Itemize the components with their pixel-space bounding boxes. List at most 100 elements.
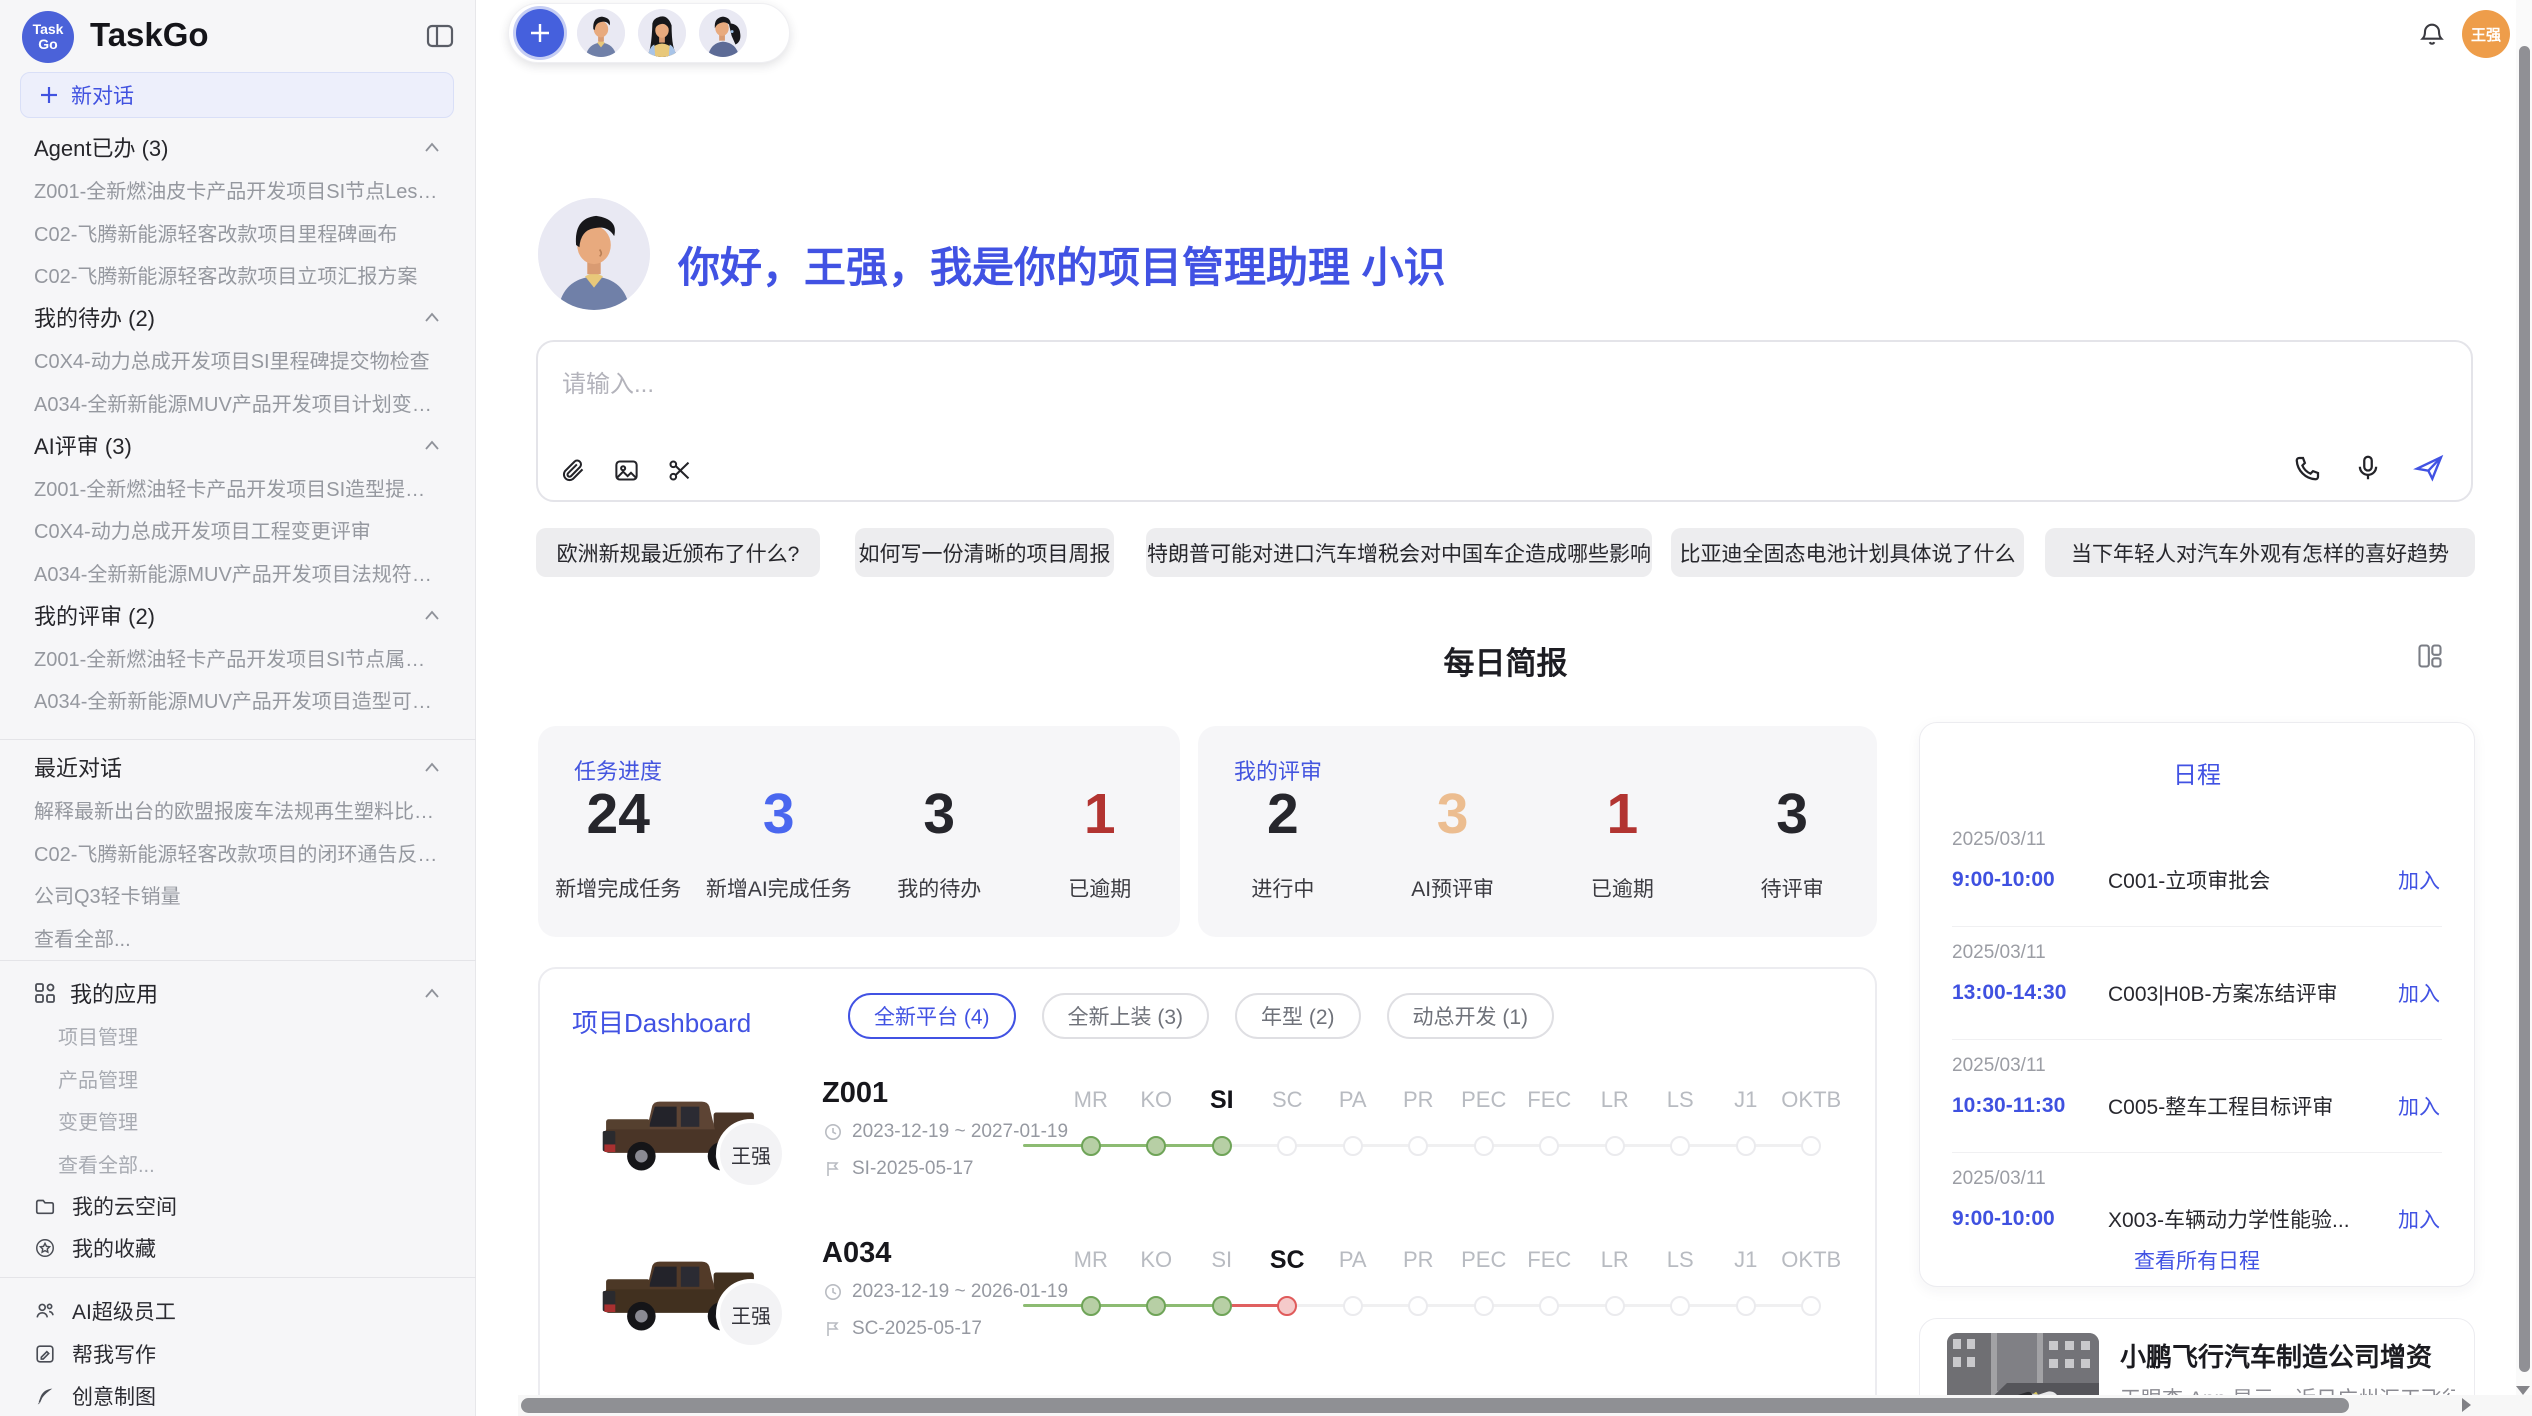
- schedule-item[interactable]: 2025/03/11 10:30-11:30 C005-整车工程目标评审 加入: [1952, 1055, 2440, 1135]
- milestone-dot-todo[interactable]: [1801, 1136, 1821, 1156]
- sidebar-item-help-write[interactable]: 帮我写作: [20, 1333, 454, 1376]
- milestone-dot-todo[interactable]: [1474, 1136, 1494, 1156]
- join-link[interactable]: 加入: [2398, 1091, 2440, 1121]
- filter-new-body[interactable]: 全新上装 (3): [1042, 993, 1210, 1039]
- section-my-review[interactable]: 我的评审 (2): [20, 594, 454, 637]
- add-agent-button[interactable]: [516, 9, 564, 57]
- task-item[interactable]: C0X4-动力总成开发项目工程变更评审: [20, 509, 454, 552]
- filter-model-year[interactable]: 年型 (2): [1235, 993, 1361, 1039]
- suggestion-chip[interactable]: 如何写一份清晰的项目周报: [855, 528, 1114, 577]
- milestone-dot-done[interactable]: [1081, 1296, 1101, 1316]
- microphone-icon[interactable]: [2353, 453, 2383, 483]
- app-item-product-mgmt[interactable]: 产品管理: [20, 1057, 454, 1100]
- task-item[interactable]: Z001-全新燃油皮卡产品开发项目SI节点Lesson Learn报告: [20, 169, 454, 212]
- project-code[interactable]: A034: [822, 1237, 891, 1270]
- join-link[interactable]: 加入: [2398, 1204, 2440, 1234]
- scroll-down-arrow[interactable]: [2516, 1386, 2530, 1395]
- input-placeholder: 请输入...: [562, 364, 654, 399]
- suggestion-chip[interactable]: 特朗普可能对进口汽车增税会对中国车企造成哪些影响: [1146, 528, 1652, 577]
- view-all-schedule-link[interactable]: 查看所有日程: [1920, 1245, 2474, 1275]
- task-item[interactable]: A034-全新新能源MUV产品开发项目造型可行性评审: [20, 679, 454, 722]
- milestone-dot-todo[interactable]: [1343, 1136, 1363, 1156]
- chat-input[interactable]: 请输入...: [536, 340, 2473, 502]
- filter-powertrain[interactable]: 动总开发 (1): [1387, 993, 1555, 1039]
- task-item[interactable]: C0X4-动力总成开发项目SI里程碑提交物检查: [20, 339, 454, 382]
- milestone-dot-done[interactable]: [1146, 1296, 1166, 1316]
- join-link[interactable]: 加入: [2398, 978, 2440, 1008]
- milestone-dot-todo[interactable]: [1801, 1296, 1821, 1316]
- milestone-dot-todo[interactable]: [1474, 1296, 1494, 1316]
- sidebar-item-creative-draw[interactable]: 创意制图: [20, 1375, 454, 1416]
- send-icon[interactable]: [2413, 452, 2445, 484]
- milestone-dot-todo[interactable]: [1408, 1296, 1428, 1316]
- sidebar-collapse-icon[interactable]: [424, 20, 456, 52]
- suggestion-chip[interactable]: 当下年轻人对汽车外观有怎样的喜好趋势: [2045, 528, 2475, 577]
- filter-new-platform[interactable]: 全新平台 (4): [848, 993, 1016, 1039]
- schedule-date: 2025/03/11: [1952, 829, 2440, 851]
- recent-chat-item[interactable]: 公司Q3轻卡销量: [20, 874, 454, 917]
- milestone-dot-done[interactable]: [1081, 1136, 1101, 1156]
- section-my-apps[interactable]: 我的应用: [20, 972, 454, 1015]
- sidebar-item-cloud-space[interactable]: 我的云空间: [20, 1185, 454, 1228]
- sidebar-item-favorites[interactable]: 我的收藏: [20, 1227, 454, 1270]
- sidebar-item-ai-employee[interactable]: AI超级员工: [20, 1290, 454, 1333]
- section-agent-done[interactable]: Agent已办 (3): [20, 126, 454, 169]
- section-recent-chats[interactable]: 最近对话: [20, 746, 454, 789]
- notifications-bell-icon[interactable]: [2418, 20, 2446, 48]
- milestone-dot-todo[interactable]: [1605, 1136, 1625, 1156]
- schedule-item[interactable]: 2025/03/11 13:00-14:30 C003|H0B-方案冻结评审 加…: [1952, 942, 2440, 1022]
- image-icon[interactable]: [613, 457, 640, 484]
- milestone-dot-todo[interactable]: [1670, 1136, 1690, 1156]
- new-chat-button[interactable]: 新对话: [20, 72, 454, 118]
- schedule-item[interactable]: 2025/03/11 9:00-10:00 X003-车辆动力学性能验... 加…: [1952, 1168, 2440, 1248]
- vertical-scrollbar-thumb[interactable]: [2519, 46, 2530, 1372]
- scroll-right-arrow[interactable]: [2462, 1398, 2471, 1412]
- project-owner-badge: 王强: [716, 1119, 786, 1189]
- suggestion-chip[interactable]: 比亚迪全固态电池计划具体说了什么: [1671, 528, 2024, 577]
- logo-text-bottom: Go: [38, 37, 57, 52]
- milestone-dot-todo[interactable]: [1539, 1296, 1559, 1316]
- recent-chat-item[interactable]: 解释最新出台的欧盟报废车法规再生塑料比例被调至15%...: [20, 789, 454, 832]
- task-item[interactable]: Z001-全新燃油轻卡产品开发项目SI节点属性5D文件评审: [20, 636, 454, 679]
- schedule-item[interactable]: 2025/03/11 9:00-10:00 C001-立项审批会 加入: [1952, 829, 2440, 909]
- milestone-dot-overdue[interactable]: [1277, 1296, 1297, 1316]
- task-item[interactable]: C02-飞腾新能源轻客改款项目立项汇报方案: [20, 254, 454, 297]
- milestone-dot-todo[interactable]: [1605, 1296, 1625, 1316]
- user-avatar[interactable]: 王强: [2462, 10, 2510, 58]
- milestone-dot-todo[interactable]: [1343, 1296, 1363, 1316]
- milestone-dot-todo[interactable]: [1277, 1136, 1297, 1156]
- section-my-todo[interactable]: 我的待办 (2): [20, 296, 454, 339]
- apps-view-all[interactable]: 查看全部...: [20, 1142, 454, 1185]
- milestone-dot-todo[interactable]: [1736, 1296, 1756, 1316]
- agent-avatar-1[interactable]: [577, 9, 625, 57]
- project-code[interactable]: Z001: [822, 1077, 888, 1110]
- task-item[interactable]: A034-全新新能源MUV产品开发项目法规符合性评审: [20, 551, 454, 594]
- task-item[interactable]: Z001-全新燃油轻卡产品开发项目SI造型提交物评审: [20, 466, 454, 509]
- milestone-dot-todo[interactable]: [1539, 1136, 1559, 1156]
- paperclip-icon[interactable]: [560, 457, 587, 484]
- layout-grid-icon[interactable]: [2416, 642, 2444, 670]
- suggestion-chip[interactable]: 欧洲新规最近颁布了什么?: [536, 528, 820, 577]
- sidebar-divider: [0, 1277, 476, 1278]
- agent-avatar-3[interactable]: [699, 9, 747, 57]
- recent-chat-item[interactable]: C02-飞腾新能源轻客改款项目的闭环通告反馈情况: [20, 831, 454, 874]
- scissors-icon[interactable]: [666, 457, 693, 484]
- recent-view-all[interactable]: 查看全部...: [20, 916, 454, 959]
- milestone-dot-todo[interactable]: [1670, 1296, 1690, 1316]
- milestone-dot-done[interactable]: [1212, 1296, 1232, 1316]
- milestone-dot-done[interactable]: [1212, 1136, 1232, 1156]
- section-ai-review[interactable]: AI评审 (3): [20, 424, 454, 467]
- app-item-change-mgmt[interactable]: 变更管理: [20, 1100, 454, 1143]
- milestone-dot-todo[interactable]: [1408, 1136, 1428, 1156]
- write-icon: [34, 1343, 56, 1365]
- phone-icon[interactable]: [2293, 453, 2323, 483]
- milestone-dot-done[interactable]: [1146, 1136, 1166, 1156]
- milestone-dot-todo[interactable]: [1736, 1136, 1756, 1156]
- task-item[interactable]: A034-全新新能源MUV产品开发项目计划变更表编写: [20, 381, 454, 424]
- agent-avatar-2[interactable]: [638, 9, 686, 57]
- app-item-project-mgmt[interactable]: 项目管理: [20, 1015, 454, 1058]
- project-dates: 2023-12-19 ~ 2026-01-19: [824, 1281, 1068, 1303]
- join-link[interactable]: 加入: [2398, 865, 2440, 895]
- horizontal-scrollbar-thumb[interactable]: [521, 1398, 2349, 1413]
- task-item[interactable]: C02-飞腾新能源轻客改款项目里程碑画布: [20, 211, 454, 254]
